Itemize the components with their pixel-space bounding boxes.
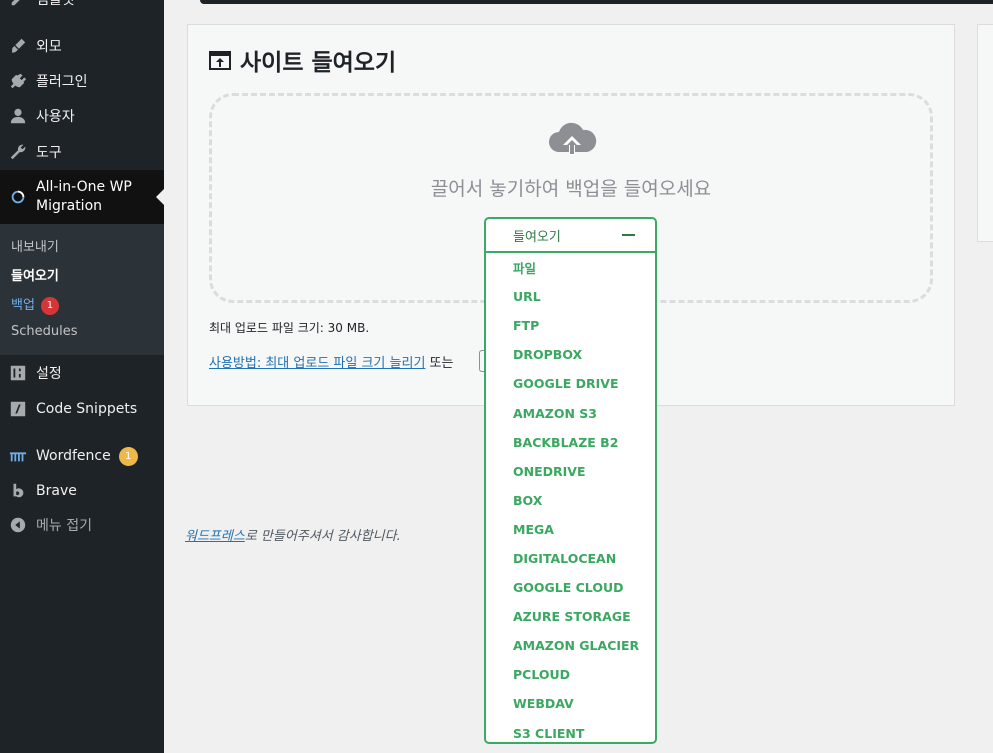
sidebar-item-all-in-one-wp-migration[interactable]: All-in-One WP Migration [0,170,164,224]
minus-icon [622,234,635,236]
wordfence-badge: 1 [118,446,138,466]
import-source-item[interactable]: FTP [486,311,655,340]
submenu-item-schedules[interactable]: Schedules [11,324,78,339]
submenu: 내보내기 들여오기 백업 1 Schedules [0,224,164,355]
code-icon [0,400,36,418]
page-title: 사이트 들여오기 [208,43,396,77]
sidebar-item-appearance[interactable]: 외모 [0,34,164,58]
import-source-item[interactable]: AMAZON GLACIER [486,631,655,660]
import-source-item[interactable]: S3 CLIENT [486,719,655,743]
sidebar-item-label: Code Snippets [36,401,138,417]
sidebar-item-label: 외모 [36,39,62,55]
import-source-item[interactable]: DROPBOX [486,340,655,369]
sidebar-item-code-snippets[interactable]: Code Snippets [0,397,164,421]
sidebar-item-label: All-in-One WP Migration [36,179,132,214]
import-source-item[interactable]: BOX [486,486,655,515]
sidebar-item-label: 도구 [36,145,62,161]
wordpress-link[interactable]: 워드프레스 [185,529,245,544]
user-icon [0,107,36,125]
submenu-item-backups[interactable]: 백업 1 [11,294,59,315]
import-source-item[interactable]: 파일 [486,253,655,282]
top-bar-edge [200,0,993,4]
cloud-upload-icon [549,122,597,155]
import-source-item[interactable]: AZURE STORAGE [486,602,655,631]
sidebar-item-label: 플러그인 [36,74,88,90]
pencil-icon [0,0,36,8]
sidebar-item-templates[interactable]: 템플릿 [0,0,164,10]
migration-icon [0,188,36,206]
import-source-item[interactable]: GOOGLE DRIVE [486,369,655,398]
max-upload-size: 최대 업로드 파일 크기: 30 MB. [209,321,370,335]
import-source-item[interactable]: ONEDRIVE [486,457,655,486]
backup-count-badge: 1 [40,296,59,315]
sidebar-item-brave[interactable]: Brave [0,479,164,503]
sidebar-item-label: 메뉴 접기 [36,518,92,534]
sidebar-item-label: Brave [36,483,77,499]
import-source-item[interactable]: URL [486,282,655,311]
import-source-item[interactable]: GOOGLE CLOUD [486,573,655,602]
sidebar-item-tools[interactable]: 도구 [0,140,164,164]
wrench-icon [0,143,36,161]
import-source-item[interactable]: AMAZON S3 [486,398,655,427]
settings-icon [0,364,36,382]
sidebar-item-wordfence[interactable]: Wordfence 1 [0,444,164,468]
import-source-item[interactable]: DIGITALOCEAN [486,544,655,573]
wordfence-icon [0,447,36,465]
plug-icon [0,72,36,90]
increase-upload-size-link[interactable]: 사용방법: 최대 업로드 파일 크기 늘리기 [209,356,425,371]
sidebar-item-settings[interactable]: 설정 [0,361,164,385]
howto-line: 사용방법: 최대 업로드 파일 크기 늘리기 또는 [209,356,454,371]
current-indicator [156,189,164,205]
sidebar-item-plugins[interactable]: 플러그인 [0,69,164,93]
paintbrush-icon [0,37,36,55]
collapse-icon [0,516,36,534]
import-dropdown: 들여오기 파일 URL FTP DROPBOX GOOGLE DRIVE AMAZON S… [484,217,657,744]
import-source-item[interactable]: MEGA [486,515,655,544]
sidebar-item-label: 템플릿 [36,0,75,8]
import-source-item[interactable]: PCLOUD [486,660,655,689]
import-source-item[interactable]: BACKBLAZE B2 [486,428,655,457]
side-panel [977,24,993,242]
submenu-item-export[interactable]: 내보내기 [11,236,59,255]
import-source-list: 파일 URL FTP DROPBOX GOOGLE DRIVE AMAZON S3 BACK… [486,253,655,743]
sidebar-item-label: 사용자 [36,109,75,125]
submenu-item-import[interactable]: 들여오기 [11,265,59,284]
admin-sidebar: 템플릿 외모 플러그인 사용자 도구 All-in-One WP Migratio… [0,0,164,753]
import-dropdown-toggle[interactable]: 들여오기 [486,219,655,253]
sidebar-item-users[interactable]: 사용자 [0,104,164,128]
sidebar-item-label: 설정 [36,366,62,382]
sidebar-item-collapse-menu[interactable]: 메뉴 접기 [0,513,164,537]
import-source-item[interactable]: WEBDAV [486,689,655,718]
dropzone-text: 끌어서 놓기하여 백업을 들여오세요 [430,178,712,200]
footer-credit: 워드프레스로 만들어주셔서 감사합니다. [185,529,401,544]
import-icon [209,51,231,70]
sidebar-item-label: Wordfence [36,448,111,464]
brave-icon [0,482,36,500]
